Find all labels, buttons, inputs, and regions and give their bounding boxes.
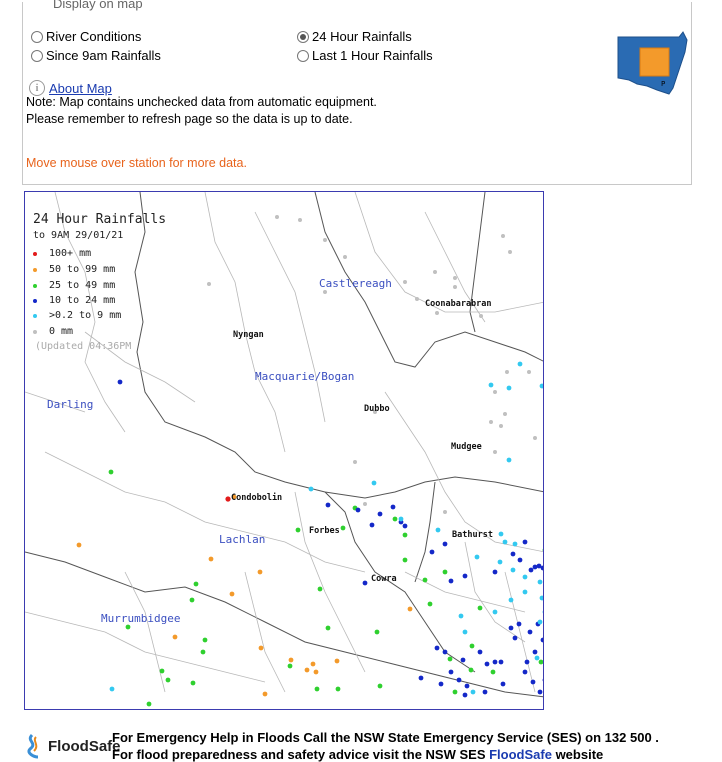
radio-label: River Conditions	[46, 29, 142, 44]
about-map-link[interactable]: About Map	[49, 81, 112, 96]
floodsafe-website-link[interactable]: FloodSafe	[489, 747, 552, 762]
nsw-locator-map-icon[interactable]: P	[617, 30, 689, 96]
legend-10-24: 10 to 24 mm	[31, 295, 115, 306]
town-dubbo: Dubbo	[364, 404, 390, 414]
catchment-murrumbidgee: Murrumbidgee	[101, 612, 181, 625]
legend-label: 100+ mm	[49, 248, 92, 259]
legend-label: >0.2 to 9 mm	[49, 310, 122, 321]
radio-24-hour-rainfalls[interactable]: 24 Hour Rainfalls	[297, 29, 412, 44]
town-coonabarabran: Coonabarabran	[425, 299, 492, 309]
footer-emergency-line: For Emergency Help in Floods Call the NS…	[112, 730, 659, 745]
radio-circle[interactable]	[297, 49, 309, 62]
legend-swatch	[33, 267, 37, 272]
station-dots	[76, 215, 543, 707]
legend-label: 10 to 24 mm	[49, 295, 116, 306]
display-options-panel: Display on map River Conditions 24 Hour …	[22, 0, 692, 185]
radio-label: Last 1 Hour Rainfalls	[312, 48, 433, 63]
catchment-darling: Darling	[47, 398, 94, 411]
legend-0-2-to-9: >0.2 to 9 mm	[31, 310, 121, 321]
legend-0mm: 0 mm	[31, 326, 73, 337]
rainfall-map[interactable]: 24 Hour Rainfalls to 9AM 29/01/21 100+ m…	[24, 191, 544, 710]
note-line-2: Please remember to refresh page so the d…	[26, 112, 353, 126]
map-subtitle: to 9AM 29/01/21	[33, 230, 124, 241]
legend-100-plus: 100+ mm	[31, 248, 91, 259]
radio-label: Since 9am Rainfalls	[46, 48, 161, 63]
legend-50-99: 50 to 99 mm	[31, 264, 115, 275]
svg-text:P: P	[661, 80, 665, 88]
catchment-castlereagh: Castlereagh	[319, 277, 392, 290]
map-title: 24 Hour Rainfalls	[33, 212, 167, 227]
town-bathurst: Bathurst	[452, 530, 493, 540]
about-map-row: i About Map	[29, 80, 112, 96]
town-nyngan: Nyngan	[233, 330, 264, 340]
radio-circle[interactable]	[31, 30, 43, 43]
legend-25-49: 25 to 49 mm	[31, 280, 115, 291]
radio-label: 24 Hour Rainfalls	[312, 29, 412, 44]
catchment-macquarie-bogan: Macquarie/Bogan	[255, 370, 355, 383]
radio-circle[interactable]	[31, 49, 43, 62]
radio-circle[interactable]	[297, 30, 309, 43]
legend-label: 50 to 99 mm	[49, 264, 116, 275]
advice-prefix: For flood preparedness and safety advice…	[112, 747, 490, 762]
radio-river-conditions[interactable]: River Conditions	[31, 29, 141, 44]
floodsafe-logo[interactable]: FloodSafe	[24, 733, 121, 759]
legend-swatch	[33, 298, 37, 303]
legend-swatch	[33, 313, 37, 318]
updated-time: (Updated 04:36PM	[35, 341, 132, 352]
legend-swatch	[33, 283, 37, 288]
footer-advice-line: For flood preparedness and safety advice…	[112, 747, 603, 762]
legend-label: 25 to 49 mm	[49, 280, 116, 291]
town-mudgee: Mudgee	[451, 442, 482, 452]
floodsafe-swirl-icon	[27, 733, 39, 759]
info-icon: i	[29, 80, 45, 96]
town-condobolin: Condobolin	[231, 493, 283, 503]
legend-swatch	[33, 329, 37, 334]
logo-text: FloodSafe	[48, 737, 121, 755]
radio-last-1-hour-rainfalls[interactable]: Last 1 Hour Rainfalls	[297, 48, 433, 63]
legend-label: 0 mm	[49, 326, 74, 337]
town-cowra: Cowra	[371, 574, 397, 584]
town-forbes: Forbes	[309, 526, 340, 536]
legend-swatch	[33, 251, 37, 256]
footer: FloodSafe For Emergency Help in Floods C…	[24, 728, 714, 762]
radio-since-9am-rainfalls[interactable]: Since 9am Rainfalls	[31, 48, 161, 63]
panel-legend: Display on map	[51, 0, 145, 11]
hover-instruction: Move mouse over station for more data.	[26, 156, 247, 170]
note-line-1: Note: Map contains unchecked data from a…	[26, 95, 377, 109]
advice-suffix: website	[551, 747, 604, 762]
catchment-lachlan: Lachlan	[219, 533, 266, 546]
